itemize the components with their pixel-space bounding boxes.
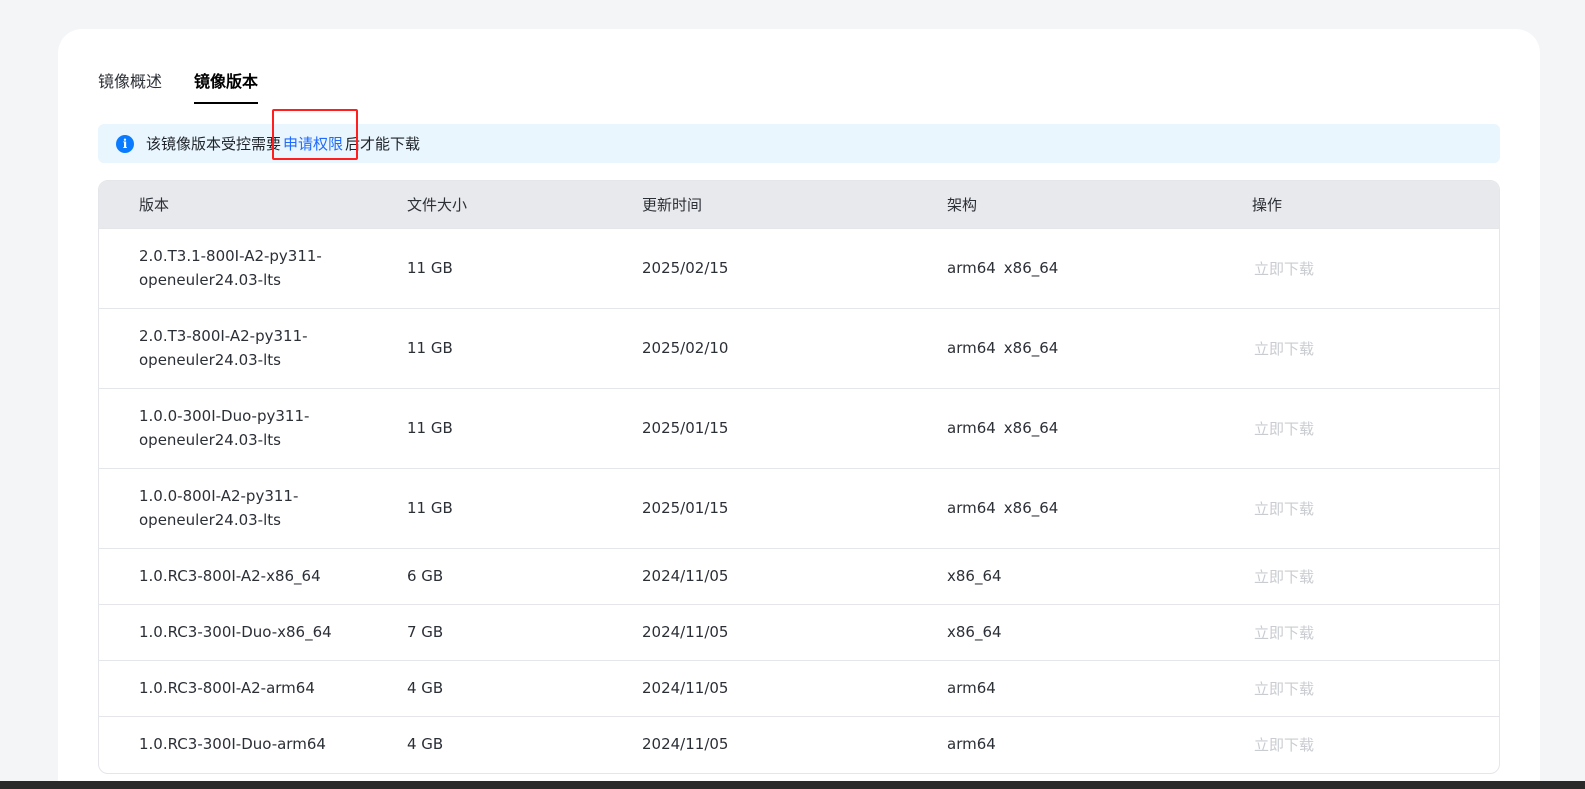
arch-tag: arm64 [947, 259, 996, 277]
size-cell: 6 GB [407, 547, 642, 604]
download-button[interactable]: 立即下载 [1254, 736, 1314, 754]
arch-cell: arm64 x86_64 [947, 467, 1252, 548]
notice-suffix: 后才能下载 [345, 135, 421, 153]
tab-overview[interactable]: 镜像概述 [98, 71, 162, 104]
size-cell: 11 GB [407, 387, 642, 468]
date-cell: 2024/11/05 [642, 715, 947, 772]
action-cell: 立即下载 [1252, 307, 1499, 388]
tab-versions[interactable]: 镜像版本 [194, 71, 259, 104]
arch-tag: arm64 [947, 679, 996, 697]
version-cell: 1.0.RC3-300I-Duo-arm64 [99, 715, 407, 772]
version-name: 2.0.T3-800I-A2-py311-openeuler24.03-lts [139, 327, 308, 369]
date-cell: 2024/11/05 [642, 659, 947, 716]
arch-cell: arm64 [947, 659, 1252, 716]
version-name: 1.0.0-800I-A2-py311-openeuler24.03-lts [139, 487, 299, 529]
action-cell: 立即下载 [1252, 547, 1499, 604]
download-button[interactable]: 立即下载 [1254, 568, 1314, 586]
date-cell: 2024/11/05 [642, 603, 947, 660]
download-button[interactable]: 立即下载 [1254, 260, 1314, 278]
header-version: 版本 [139, 195, 170, 214]
table-row: 2.0.T3-800I-A2-py311-openeuler24.03-lts 1… [99, 307, 1499, 388]
date-cell: 2025/01/15 [642, 387, 947, 468]
arch-cell: arm64 x86_64 [947, 227, 1252, 308]
tab-bar: 镜像概述 镜像版本 [98, 71, 259, 104]
table-row: 1.0.RC3-800I-A2-arm64 4 GB 2024/11/05 arm64… [99, 659, 1499, 716]
version-name: 1.0.RC3-300I-Duo-x86_64 [139, 623, 332, 641]
version-cell: 1.0.RC3-800I-A2-arm64 [99, 659, 407, 716]
download-button[interactable]: 立即下载 [1254, 680, 1314, 698]
date-cell: 2024/11/05 [642, 547, 947, 604]
date-cell: 2025/01/15 [642, 467, 947, 548]
version-cell: 2.0.T3.1-800I-A2-py311-openeuler24.03-lt… [99, 227, 407, 308]
date-cell: 2025/02/15 [642, 227, 947, 308]
version-name: 1.0.RC3-300I-Duo-arm64 [139, 735, 326, 754]
version-name: 1.0.RC3-800I-A2-arm64 [139, 679, 315, 697]
info-icon: i [116, 134, 134, 153]
action-cell: 立即下载 [1252, 603, 1499, 660]
action-cell: 立即下载 [1252, 387, 1499, 468]
header-date: 更新时间 [642, 195, 703, 214]
table-row: 2.0.T3.1-800I-A2-py311-openeuler24.03-lt… [99, 227, 1499, 308]
arch-cell: x86_64 [947, 603, 1252, 660]
version-cell: 1.0.RC3-800I-A2-x86_64 [99, 547, 407, 604]
arch-tag: arm64 [947, 339, 996, 357]
arch-tag: arm64 [947, 419, 996, 437]
table-row: 1.0.0-800I-A2-py311-openeuler24.03-lts 11… [99, 467, 1499, 548]
table-row: 1.0.RC3-300I-Duo-x86_64 7 GB 2024/11/05 x86… [99, 603, 1499, 660]
arch-tag: x86_64 [1003, 419, 1059, 437]
arch-tag: x86_64 [947, 623, 1002, 641]
download-button[interactable]: 立即下载 [1254, 340, 1314, 358]
versions-table: 版本 文件大小 更新时间 架构 操作 2.0.T3.1-800I-A2-py31… [98, 180, 1500, 774]
size-cell: 4 GB [407, 659, 642, 716]
arch-cell: x86_64 [947, 547, 1252, 604]
action-cell: 立即下载 [1252, 227, 1499, 308]
action-cell: 立即下载 [1252, 467, 1499, 548]
arch-tag: x86_64 [947, 567, 1002, 585]
header-size: 文件大小 [407, 195, 468, 214]
table-row: 1.0.RC3-300I-Duo-arm64 4 GB 2024/11/05 arm6… [99, 715, 1499, 772]
size-cell: 11 GB [407, 467, 642, 548]
bottom-bar [0, 781, 1585, 789]
version-cell: 2.0.T3-800I-A2-py311-openeuler24.03-lts [99, 307, 407, 388]
size-cell: 11 GB [407, 307, 642, 388]
table-header-row: 版本 文件大小 更新时间 架构 操作 [99, 181, 1499, 228]
download-button[interactable]: 立即下载 [1254, 420, 1314, 438]
version-cell: 1.0.0-800I-A2-py311-openeuler24.03-lts [99, 467, 407, 548]
size-cell: 7 GB [407, 603, 642, 660]
permission-notice: i 该镜像版本受控需要 申请权限 后才能下载 [98, 109, 1500, 163]
arch-tag: x86_64 [1003, 339, 1059, 357]
apply-permission-label: 申请权限 [283, 135, 344, 153]
version-name: 1.0.RC3-800I-A2-x86_64 [139, 567, 321, 585]
arch-tag: arm64 [947, 499, 996, 517]
version-name: 1.0.0-300I-Duo-py311-openeuler24.03-lts [139, 407, 310, 449]
arch-cell: arm64 [947, 715, 1252, 772]
version-cell: 1.0.0-300I-Duo-py311-openeuler24.03-lts [99, 387, 407, 468]
table-row: 1.0.0-300I-Duo-py311-openeuler24.03-lts 1… [99, 387, 1499, 468]
action-cell: 立即下载 [1252, 715, 1499, 772]
header-arch: 架构 [947, 195, 978, 214]
arch-tag: x86_64 [1003, 499, 1059, 517]
arch-cell: arm64 x86_64 [947, 387, 1252, 468]
date-cell: 2025/02/10 [642, 307, 947, 388]
action-cell: 立即下载 [1252, 659, 1499, 716]
arch-tag: arm64 [947, 735, 996, 754]
size-cell: 11 GB [407, 227, 642, 308]
table-row: 1.0.RC3-800I-A2-x86_64 6 GB 2024/11/05 x86_… [99, 547, 1499, 604]
arch-cell: arm64 x86_64 [947, 307, 1252, 388]
notice-prefix: 该镜像版本受控需要 [146, 135, 282, 153]
image-detail-card: 镜像概述 镜像版本 i 该镜像版本受控需要 申请权限 后才能下载 版本 文件大小… [58, 29, 1540, 789]
download-button[interactable]: 立即下载 [1254, 624, 1314, 642]
arch-tag: x86_64 [1003, 259, 1059, 277]
size-cell: 4 GB [407, 715, 642, 772]
apply-permission-link[interactable]: 申请权限 [272, 109, 359, 160]
download-button[interactable]: 立即下载 [1254, 500, 1314, 518]
header-action: 操作 [1252, 195, 1283, 214]
version-name: 2.0.T3.1-800I-A2-py311-openeuler24.03-lt… [139, 247, 322, 289]
version-cell: 1.0.RC3-300I-Duo-x86_64 [99, 603, 407, 660]
